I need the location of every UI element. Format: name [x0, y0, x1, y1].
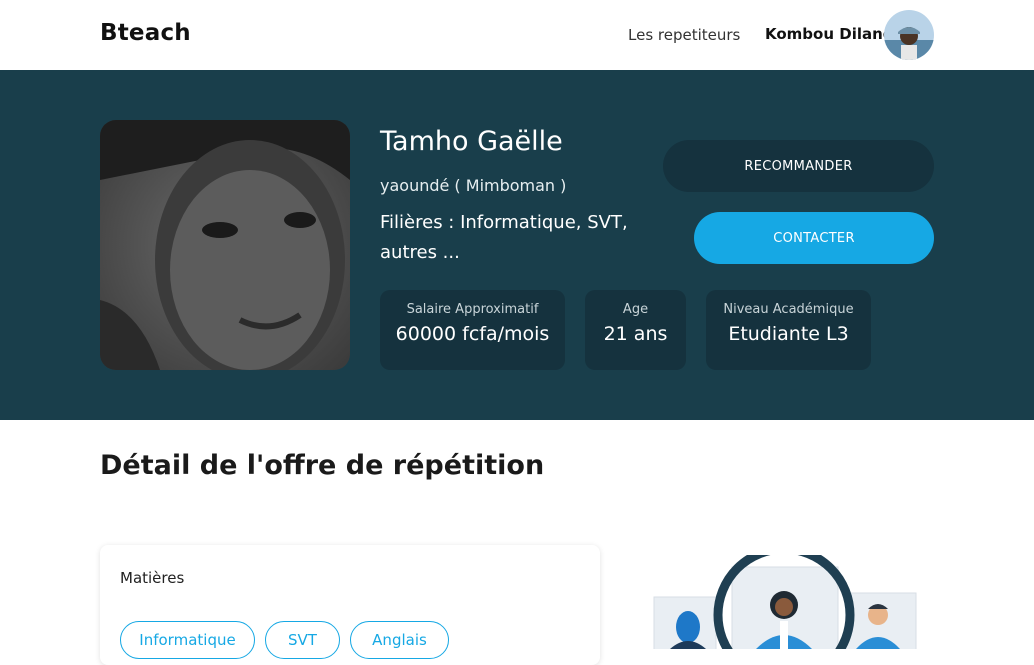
subjects-title: Matières	[120, 569, 185, 587]
tutors-illustration	[650, 544, 920, 665]
user-avatar[interactable]	[884, 10, 934, 60]
stat-salary: Salaire Approximatif 60000 fcfa/mois	[380, 290, 565, 370]
stat-salary-value: 60000 fcfa/mois	[395, 323, 550, 345]
contact-button[interactable]: CONTACTER	[694, 212, 934, 264]
profile-name: Tamho Gaëlle	[380, 126, 563, 157]
stat-age: Age 21 ans	[585, 290, 686, 370]
nav-link-repetiteurs[interactable]: Les repetiteurs	[628, 26, 740, 44]
top-navbar: Bteach Les repetiteurs Kombou Dilane	[0, 0, 1034, 70]
recommend-button[interactable]: RECOMMANDER	[663, 140, 934, 192]
subject-chip[interactable]: SVT	[265, 621, 340, 659]
profile-photo	[100, 120, 350, 370]
section-title: Détail de l'offre de répétition	[100, 450, 545, 481]
subject-chip[interactable]: Anglais	[350, 621, 449, 659]
profile-filieres: Filières : Informatique, SVT, autres ...	[380, 212, 628, 263]
subjects-card: Matières Informatique SVT Anglais	[100, 545, 600, 665]
user-name[interactable]: Kombou Dilane	[765, 25, 893, 43]
stat-level-value: Etudiante L3	[728, 323, 849, 345]
stat-salary-label: Salaire Approximatif	[406, 302, 539, 317]
profile-location: yaoundé ( Mimboman )	[380, 176, 567, 195]
stat-level-label: Niveau Académique	[723, 302, 854, 317]
subject-chip[interactable]: Informatique	[120, 621, 255, 659]
brand-logo[interactable]: Bteach	[100, 20, 191, 46]
stat-age-value: 21 ans	[603, 323, 668, 345]
stat-level: Niveau Académique Etudiante L3	[706, 290, 871, 370]
profile-hero: Tamho Gaëlle yaoundé ( Mimboman ) Filièr…	[0, 70, 1034, 420]
stat-age-label: Age	[622, 302, 649, 317]
